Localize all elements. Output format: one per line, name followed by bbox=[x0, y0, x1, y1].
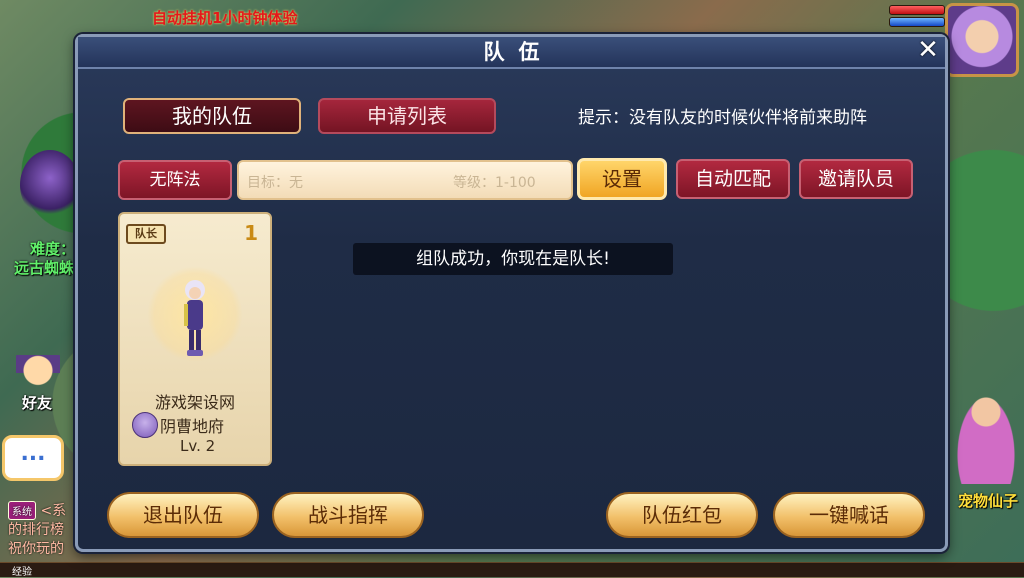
afk-notice[interactable]: 自动挂机1小时钟体验 bbox=[152, 7, 297, 28]
team-dialog: 队伍 ✕ 我的队伍 申请列表 提示：没有队友的时候伙伴将前来助阵 无阵法 目标：… bbox=[75, 34, 948, 552]
character-sprite-icon bbox=[184, 280, 205, 356]
battle-command-button[interactable]: 战斗指挥 bbox=[272, 492, 424, 538]
formation-button[interactable]: 无阵法 bbox=[118, 160, 232, 200]
member-name: 游戏架设网 bbox=[154, 393, 235, 412]
level-range-placeholder: 等级：1-100 bbox=[453, 175, 536, 191]
setup-button[interactable]: 设置 bbox=[577, 158, 667, 200]
hint-text: 提示：没有队友的时候伙伴将前来助阵 bbox=[578, 108, 867, 128]
difficulty-label: 难度： bbox=[30, 240, 76, 258]
invite-member-button[interactable]: 邀请队员 bbox=[799, 159, 913, 199]
friend-label[interactable]: 好友 bbox=[22, 392, 52, 413]
system-message-line: 的排行榜 bbox=[8, 522, 64, 538]
team-red-packet-button[interactable]: 队伍红包 bbox=[606, 492, 758, 538]
auto-match-button[interactable]: 自动匹配 bbox=[676, 159, 790, 199]
bottom-bar bbox=[0, 562, 1024, 577]
dialog-title: 队伍 bbox=[483, 40, 554, 64]
system-message-line: 系统 <系 bbox=[8, 500, 66, 520]
leave-team-button[interactable]: 退出队伍 bbox=[107, 492, 259, 538]
team-target-field[interactable]: 目标：无 等级：1-100 bbox=[237, 160, 573, 200]
one-click-shout-button[interactable]: 一键喊话 bbox=[773, 492, 925, 538]
hp-bar bbox=[889, 5, 945, 15]
system-badge: 系统 bbox=[8, 501, 36, 520]
player-avatar[interactable] bbox=[945, 3, 1019, 77]
slot-number: 1 bbox=[244, 221, 258, 245]
mp-bar bbox=[889, 17, 945, 27]
close-icon[interactable]: ✕ bbox=[913, 36, 943, 66]
monster-name-label: 远古蜘蛛 bbox=[14, 259, 75, 277]
chat-icon[interactable]: ... bbox=[2, 435, 64, 481]
pet-label[interactable]: 宠物仙子 bbox=[958, 490, 1018, 511]
monster-sprite[interactable] bbox=[20, 150, 80, 220]
member-level: Lv. 2 bbox=[180, 437, 216, 455]
tab-my-team[interactable]: 我的队伍 bbox=[123, 98, 301, 134]
system-message-line: 祝你玩的 bbox=[8, 541, 64, 557]
system-text: <系 bbox=[40, 503, 67, 519]
team-member-card[interactable]: 队长 1 游戏架设网 阴曹地府 Lv. 2 bbox=[118, 212, 272, 466]
dialog-header: 队伍 ✕ bbox=[78, 36, 945, 69]
pet-avatar-icon[interactable] bbox=[952, 388, 1020, 484]
sect-icon bbox=[132, 412, 158, 438]
leader-badge: 队长 bbox=[126, 224, 166, 244]
member-sect: 阴曹地府 bbox=[160, 417, 225, 436]
tab-apply-list[interactable]: 申请列表 bbox=[318, 98, 496, 134]
toast-message: 组队成功，你现在是队长! bbox=[353, 243, 673, 275]
target-placeholder: 目标：无 bbox=[247, 175, 303, 191]
